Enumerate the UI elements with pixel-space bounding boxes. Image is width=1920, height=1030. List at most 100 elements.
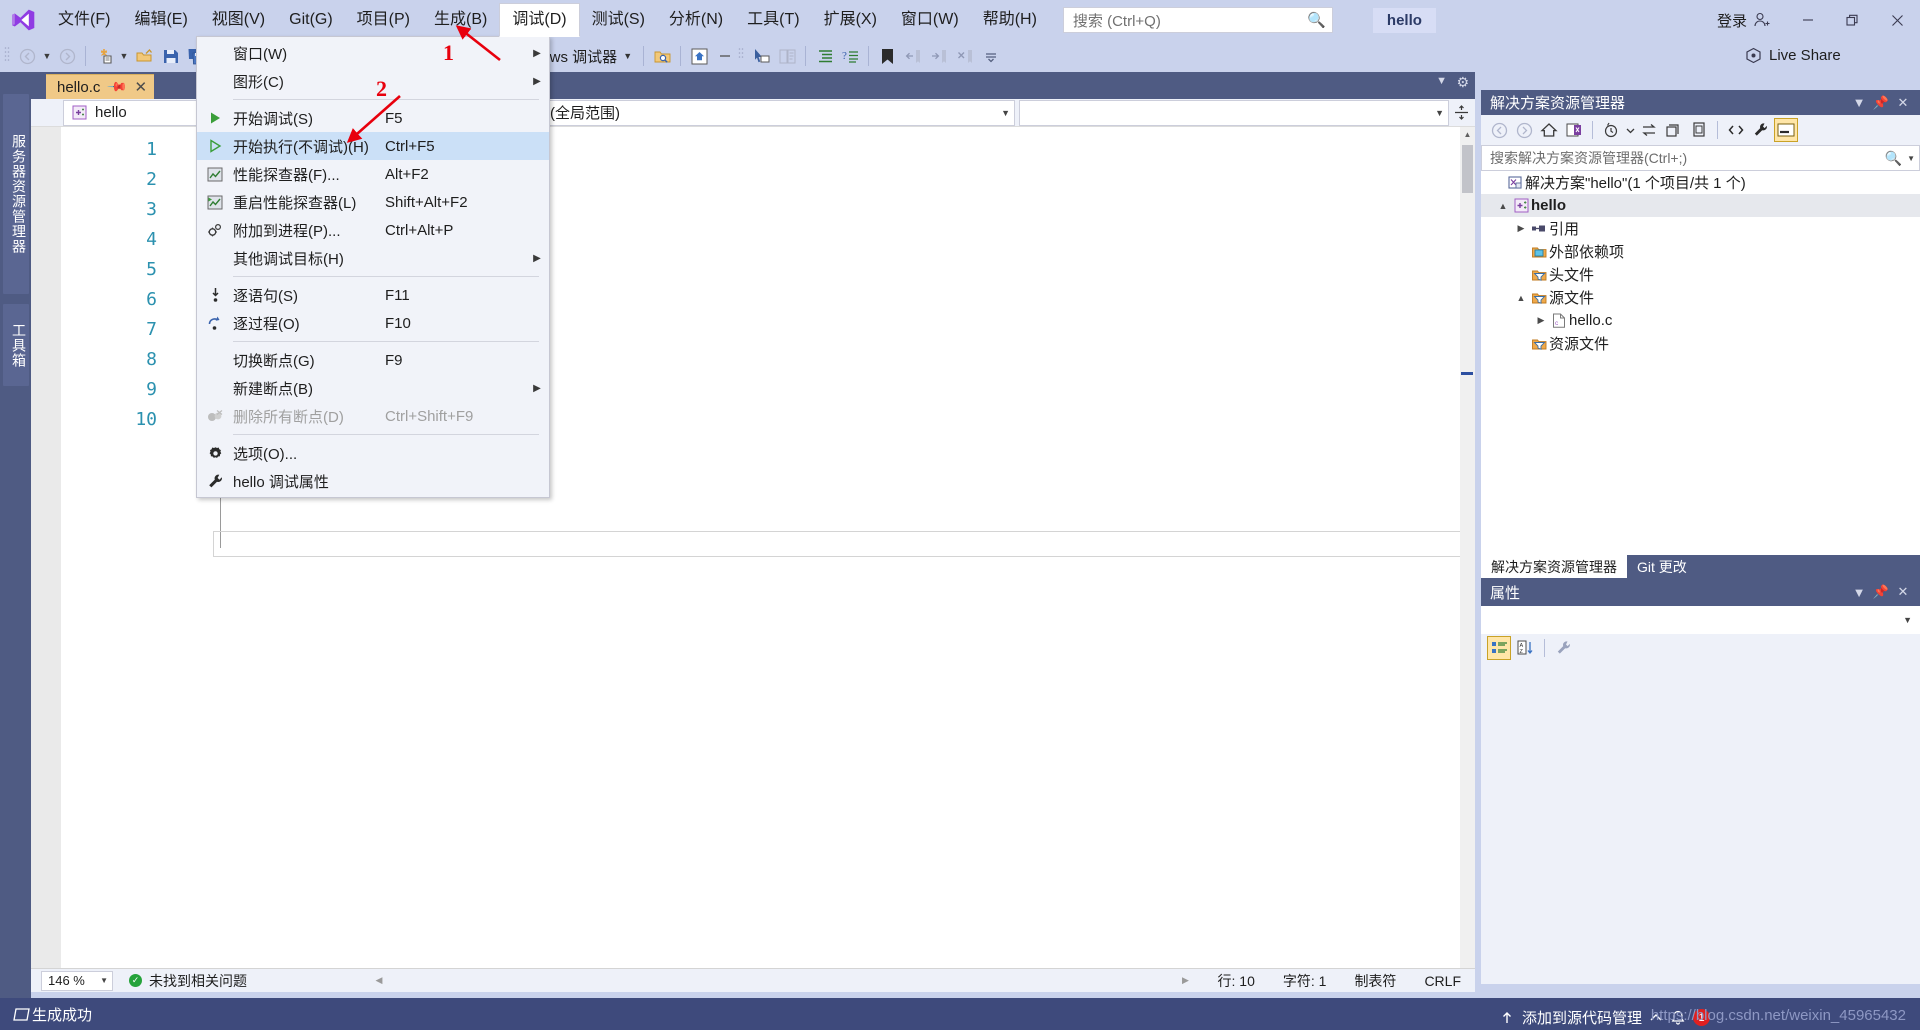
collapse-all-icon[interactable] bbox=[1662, 118, 1686, 142]
menu-debug[interactable]: 调试(D) bbox=[499, 3, 580, 37]
navigate-forward-button[interactable] bbox=[54, 43, 80, 69]
chevron-down-icon[interactable]: ▼ bbox=[1848, 581, 1870, 603]
live-share-button[interactable]: Live Share bbox=[1745, 47, 1841, 64]
pin-icon[interactable]: 📌 bbox=[1870, 92, 1892, 114]
save-button[interactable] bbox=[157, 43, 183, 69]
pin-icon[interactable]: 📌 bbox=[1870, 581, 1892, 603]
toggle-bookmark-button[interactable] bbox=[874, 43, 900, 69]
next-bookmark-button[interactable] bbox=[926, 43, 952, 69]
debug-menu-dropdown[interactable]: 窗口(W) ▶ 图形(C) ▶ 开始调试(S) F5 开始执行(不调试)(H) … bbox=[196, 36, 550, 498]
navigate-back-dropdown[interactable]: ▼ bbox=[40, 43, 54, 69]
menu-window[interactable]: 窗口(W) bbox=[889, 5, 971, 35]
tree-item-project-hello[interactable]: ▲ hello bbox=[1481, 194, 1920, 217]
editor-breakpoint-gutter[interactable] bbox=[31, 127, 61, 980]
properties-object-select[interactable]: ▼ bbox=[1481, 606, 1920, 634]
navigate-back-button[interactable] bbox=[14, 43, 40, 69]
scrollbar-thumb[interactable] bbox=[1462, 145, 1473, 193]
menu-item-options[interactable]: 选项(O)... bbox=[197, 439, 549, 467]
dock-tab-git-changes[interactable]: Git 更改 bbox=[1627, 555, 1697, 578]
indent-button[interactable] bbox=[811, 43, 837, 69]
close-icon[interactable]: ✕ bbox=[1892, 92, 1914, 114]
tree-item-resource-files[interactable]: 资源文件 bbox=[1481, 332, 1920, 355]
collapse-button[interactable] bbox=[712, 43, 738, 69]
editor-tab-settings-gear-icon[interactable]: ⚙ bbox=[1456, 74, 1469, 91]
sidebar-tab-server-explorer[interactable]: 服务器资源管理器 bbox=[3, 94, 29, 294]
tree-twisty[interactable]: ▶ bbox=[1533, 315, 1549, 326]
menu-build[interactable]: 生成(B) bbox=[422, 5, 499, 35]
next-issue-button[interactable]: ▶ bbox=[1174, 970, 1198, 992]
menu-item-graphics[interactable]: 图形(C) ▶ bbox=[197, 67, 549, 95]
menu-extensions[interactable]: 扩展(X) bbox=[812, 5, 889, 35]
editor-tab-list-chevron-icon[interactable]: ▼ bbox=[1436, 75, 1447, 87]
search-options-chevron-icon[interactable]: ▼ bbox=[1907, 154, 1915, 163]
new-project-button[interactable] bbox=[91, 43, 117, 69]
editor-tab-hello-c[interactable]: hello.c 📌 ✕ bbox=[46, 74, 155, 99]
minimize-button[interactable] bbox=[1785, 0, 1830, 40]
search-folder-button[interactable] bbox=[649, 43, 675, 69]
previous-bookmark-button[interactable] bbox=[900, 43, 926, 69]
solution-explorer-search-input[interactable]: 搜索解决方案资源管理器(Ctrl+;) 🔍 ▼ bbox=[1481, 145, 1920, 171]
menu-file[interactable]: 文件(F) bbox=[46, 5, 122, 35]
navbar-scope-select[interactable]: (全局范围) ▼ bbox=[541, 99, 1015, 126]
tree-item-solution[interactable]: 解决方案"hello"(1 个项目/共 1 个) bbox=[1481, 171, 1920, 194]
search-input[interactable]: 搜索 (Ctrl+Q) 🔍 bbox=[1062, 7, 1333, 33]
split-view-button[interactable] bbox=[1451, 100, 1471, 126]
sidebar-tab-toolbox[interactable]: 工具箱 bbox=[3, 304, 29, 386]
toolbar-grip[interactable] bbox=[738, 46, 748, 66]
dock-tab-solution-explorer[interactable]: 解决方案资源管理器 bbox=[1481, 555, 1627, 578]
open-folder-button[interactable] bbox=[131, 43, 157, 69]
comment-button[interactable]: ? bbox=[837, 43, 863, 69]
menu-git[interactable]: Git(G) bbox=[277, 5, 345, 35]
close-icon[interactable]: ✕ bbox=[1892, 581, 1914, 603]
pointer-select-button[interactable] bbox=[748, 43, 774, 69]
menu-test[interactable]: 测试(S) bbox=[580, 5, 657, 35]
categorized-icon[interactable] bbox=[1487, 636, 1511, 660]
tree-twisty[interactable]: ▲ bbox=[1513, 293, 1529, 303]
menu-item-other-debug-targets[interactable]: 其他调试目标(H) ▶ bbox=[197, 244, 549, 272]
nav-forward-icon[interactable] bbox=[1512, 118, 1536, 142]
menu-edit[interactable]: 编辑(E) bbox=[122, 5, 199, 35]
new-project-dropdown[interactable]: ▼ bbox=[117, 43, 131, 69]
navbar-member-select[interactable]: ▼ bbox=[1019, 99, 1449, 126]
tree-item-source-files[interactable]: ▲ 源文件 bbox=[1481, 286, 1920, 309]
property-pages-wrench-icon[interactable] bbox=[1552, 636, 1576, 660]
show-all-files-icon[interactable] bbox=[1687, 118, 1711, 142]
menu-item-attach-to-process[interactable]: 附加到进程(P)... Ctrl+Alt+P bbox=[197, 216, 549, 244]
close-button[interactable] bbox=[1875, 0, 1920, 40]
prev-issue-button[interactable]: ◀ bbox=[367, 970, 391, 992]
menu-item-step-into[interactable]: 逐语句(S) F11 bbox=[197, 281, 549, 309]
clear-bookmarks-button[interactable] bbox=[952, 43, 978, 69]
scroll-up-icon[interactable]: ▲ bbox=[1460, 127, 1475, 142]
editor-vertical-scrollbar[interactable]: ▲ ▼ bbox=[1460, 127, 1475, 980]
close-icon[interactable]: ✕ bbox=[135, 78, 148, 96]
toolbar-grip[interactable] bbox=[4, 46, 14, 66]
tree-twisty[interactable]: ▲ bbox=[1495, 201, 1511, 211]
menu-item-windows[interactable]: 窗口(W) ▶ bbox=[197, 39, 549, 67]
properties-wrench-icon[interactable] bbox=[1749, 118, 1773, 142]
menu-item-new-breakpoint[interactable]: 新建断点(B) ▶ bbox=[197, 374, 549, 402]
menu-item-debug-properties[interactable]: hello 调试属性 bbox=[197, 467, 549, 495]
pin-icon[interactable]: 📌 bbox=[106, 76, 129, 99]
properties-grid-body[interactable] bbox=[1481, 662, 1920, 984]
menu-item-start-debugging[interactable]: 开始调试(S) F5 bbox=[197, 104, 549, 132]
status-indent-mode[interactable]: 制表符 bbox=[1340, 971, 1410, 991]
chevron-down-icon[interactable]: ▼ bbox=[1848, 92, 1870, 114]
pending-changes-icon[interactable] bbox=[1599, 118, 1623, 142]
menu-item-start-without-debugging[interactable]: 开始执行(不调试)(H) Ctrl+F5 bbox=[197, 132, 549, 160]
view-code-icon[interactable] bbox=[1724, 118, 1748, 142]
refresh-icon[interactable] bbox=[1637, 118, 1661, 142]
compare-button[interactable] bbox=[774, 43, 800, 69]
tree-item-external-dependencies[interactable]: 外部依赖项 bbox=[1481, 240, 1920, 263]
toolbar-overflow-button[interactable] bbox=[978, 43, 1004, 69]
sign-in-button[interactable]: 登录 bbox=[1703, 10, 1785, 31]
tree-item-hello-c[interactable]: ▶ c hello.c bbox=[1481, 309, 1920, 332]
alphabetical-sort-icon[interactable]: AZ bbox=[1513, 636, 1537, 660]
menu-item-toggle-breakpoint[interactable]: 切换断点(G) F9 bbox=[197, 346, 549, 374]
menu-view[interactable]: 视图(V) bbox=[200, 5, 277, 35]
menu-item-performance-profiler[interactable]: 性能探查器(F)... Alt+F2 bbox=[197, 160, 549, 188]
pending-changes-dropdown-chevron-icon[interactable] bbox=[1624, 118, 1636, 142]
menu-tools[interactable]: 工具(T) bbox=[735, 5, 811, 35]
preview-selected-items-icon[interactable] bbox=[1774, 118, 1798, 142]
maximize-button[interactable] bbox=[1830, 0, 1875, 40]
menu-project[interactable]: 项目(P) bbox=[345, 5, 422, 35]
